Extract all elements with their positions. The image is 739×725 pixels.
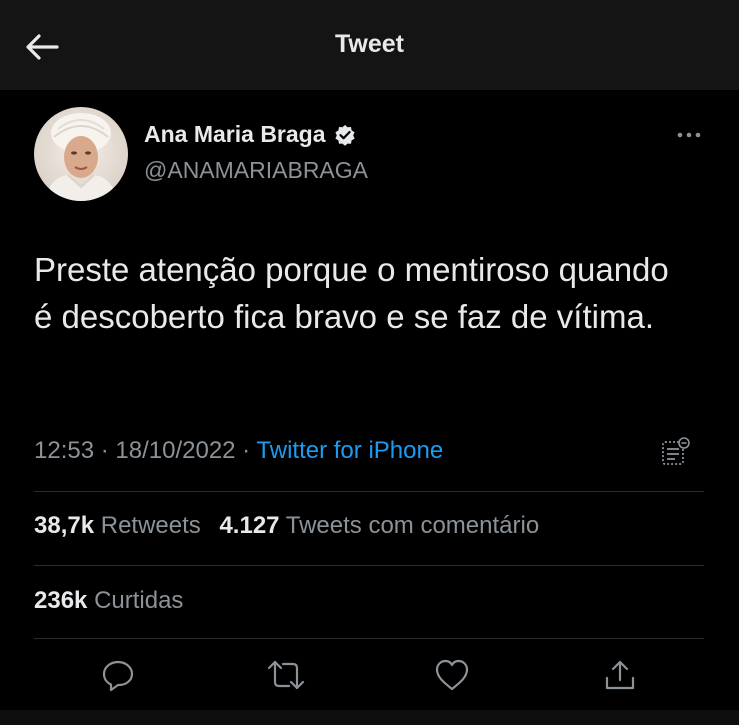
profile-photo: [34, 107, 128, 201]
divider: [34, 638, 704, 639]
tweet-detail-screen: Tweet Ana Maria Braga @ANAMARIABRAGA Pre…: [0, 0, 739, 725]
reply-icon: [102, 660, 134, 692]
tweet-metadata: 12:53 · 18/10/2022 · Twitter for iPhone: [34, 437, 443, 465]
heart-icon: [435, 659, 469, 691]
retweet-icon: [267, 660, 305, 690]
author-handle[interactable]: @ANAMARIABRAGA: [144, 157, 368, 184]
tweet-action-bar: [0, 655, 739, 701]
retweet-quote-stats: 38,7k Retweets 4.127 Tweets com comentár…: [34, 512, 551, 540]
more-options-button[interactable]: [672, 123, 706, 147]
like-button[interactable]: [432, 655, 472, 695]
page-title: Tweet: [335, 30, 404, 58]
retweets-stat[interactable]: 38,7k Retweets: [34, 512, 201, 539]
top-navigation-bar: Tweet: [0, 0, 739, 90]
retweet-button[interactable]: [266, 655, 306, 695]
likes-count: 236k: [34, 587, 88, 614]
tweet-text: Preste atenção porque o mentiroso quando…: [34, 251, 669, 335]
retweets-label: Retweets: [100, 512, 201, 539]
more-horizontal-icon: [677, 132, 701, 138]
meta-separator: ·: [235, 437, 257, 464]
display-name-text: Ana Maria Braga: [144, 121, 326, 147]
tweet-source-link[interactable]: Twitter for iPhone: [256, 437, 443, 464]
reply-button[interactable]: [98, 655, 138, 695]
meta-separator: ·: [94, 437, 116, 464]
retweets-count: 38,7k: [34, 512, 95, 539]
divider: [34, 491, 704, 492]
quotes-count: 4.127: [219, 512, 280, 539]
author-display-name[interactable]: Ana Maria Braga: [144, 121, 356, 148]
share-button[interactable]: [600, 655, 640, 695]
analytics-icon: [662, 437, 690, 465]
likes-stat[interactable]: 236k Curtidas: [34, 587, 183, 614]
share-icon: [605, 660, 635, 690]
likes-stats: 236k Curtidas: [34, 587, 195, 615]
tweet-time: 12:53: [34, 437, 95, 464]
tweet-date: 18/10/2022: [115, 437, 236, 464]
verified-badge-icon: [334, 124, 355, 146]
author-avatar[interactable]: [34, 107, 128, 201]
analytics-button[interactable]: [660, 436, 692, 468]
quotes-stat[interactable]: 4.127 Tweets com comentário: [219, 512, 539, 539]
bottom-edge: [0, 710, 739, 725]
quotes-label: Tweets com comentário: [285, 512, 540, 539]
likes-label: Curtidas: [94, 587, 184, 614]
divider: [34, 565, 704, 566]
